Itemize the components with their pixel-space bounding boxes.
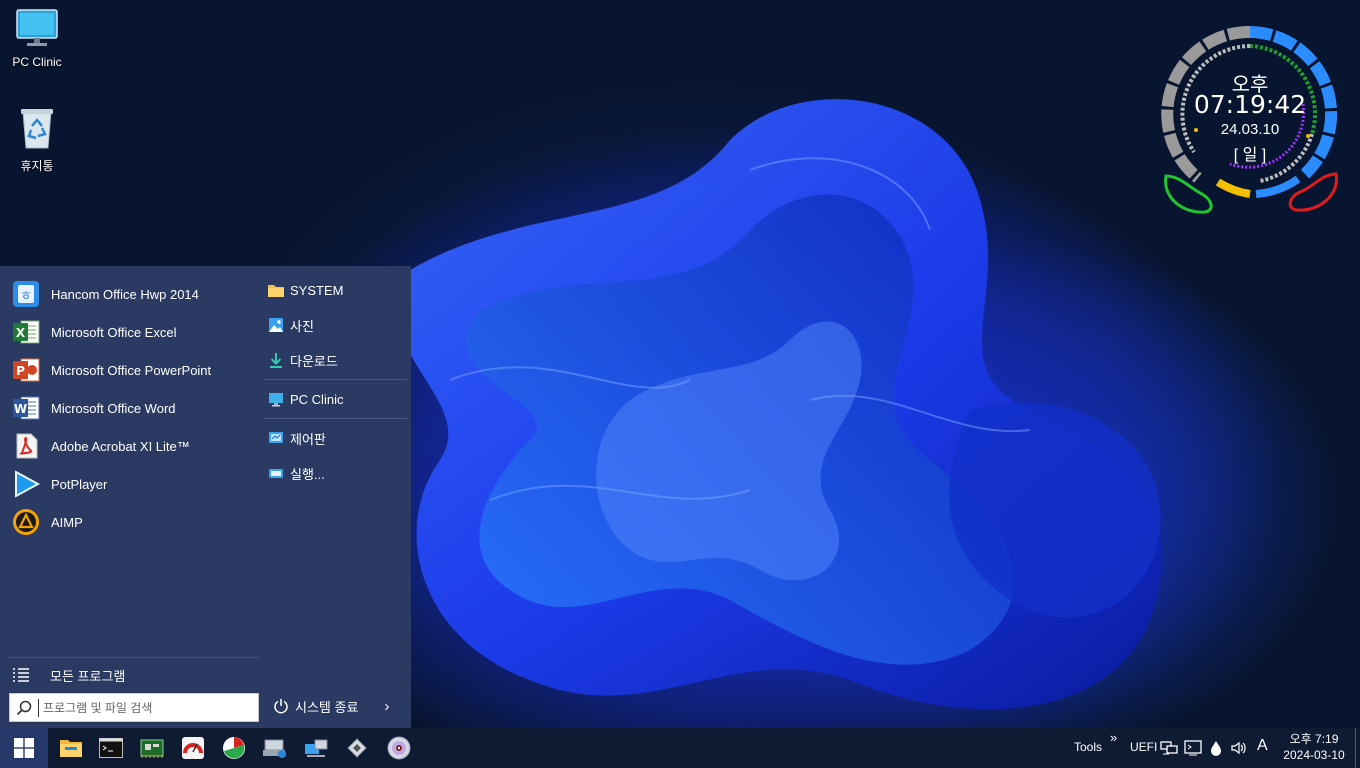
- taskbar-clock-time: 오후 7:19: [1289, 732, 1339, 746]
- word-icon: W: [10, 392, 42, 424]
- chevron-right-icon[interactable]: ›: [384, 698, 389, 715]
- drop-icon[interactable]: [1207, 739, 1225, 757]
- search-input[interactable]: [38, 698, 243, 717]
- program-label: Microsoft Office Excel: [51, 324, 177, 340]
- cd-burner-icon[interactable]: [383, 732, 415, 764]
- place-label: 다운로드: [290, 353, 338, 369]
- svg-text:W: W: [14, 402, 27, 416]
- show-desktop-button[interactable]: [1355, 728, 1356, 768]
- device-manager-icon[interactable]: [259, 732, 291, 764]
- volume-icon[interactable]: [1230, 739, 1248, 757]
- disk-speed-icon[interactable]: [177, 732, 209, 764]
- places-list: SYSTEM 사진 다운로드 PC Clinic 제어판 실행... 시스템 종…: [264, 266, 411, 728]
- program-item-potplayer[interactable]: PotPlayer: [10, 466, 260, 502]
- place-item-pc-clinic[interactable]: PC Clinic: [268, 386, 343, 412]
- pictures-icon: [268, 317, 284, 333]
- separator: [264, 379, 407, 380]
- desktop-icon-recycle-bin[interactable]: 휴지통: [0, 106, 74, 174]
- disk-tool-icon[interactable]: [341, 732, 373, 764]
- svg-text:X: X: [16, 326, 26, 340]
- ime-indicator[interactable]: A: [1257, 737, 1268, 755]
- separator: [264, 418, 407, 419]
- program-list: ㅎ Hancom Office Hwp 2014 X Microsoft Off…: [0, 266, 260, 728]
- search-box[interactable]: [9, 693, 259, 722]
- place-label: SYSTEM: [290, 282, 344, 298]
- place-item-run[interactable]: 실행...: [268, 460, 325, 486]
- network-status-icon[interactable]: [1160, 739, 1178, 757]
- taskbar-clock[interactable]: 오후 7:19 2024-03-10: [1278, 731, 1350, 763]
- place-label: 제어판: [290, 431, 326, 447]
- place-label: 사진: [290, 318, 314, 334]
- taskbar-clock-date: 2024-03-10: [1283, 748, 1345, 762]
- tools-toolbar-label[interactable]: Tools: [1074, 740, 1102, 754]
- network-icon[interactable]: [300, 732, 332, 764]
- start-button[interactable]: [0, 728, 48, 768]
- list-icon: [13, 668, 29, 682]
- power-icon: [274, 699, 288, 714]
- uefi-label[interactable]: UEFI: [1130, 740, 1157, 754]
- svg-text:ㅎ: ㅎ: [20, 289, 32, 304]
- clock-day: [ 일 ]: [1233, 147, 1267, 164]
- all-programs-button[interactable]: 모든 프로그램: [12, 664, 125, 686]
- download-icon: [268, 352, 284, 368]
- desktop-icon-label: PC Clinic: [12, 55, 62, 69]
- hwp-icon: ㅎ: [10, 278, 42, 310]
- recycle-bin-icon: [21, 109, 53, 149]
- command-prompt-icon[interactable]: [95, 732, 127, 764]
- desktop-icon-pc-clinic[interactable]: PC Clinic: [0, 8, 74, 69]
- overflow-chevron-icon[interactable]: »: [1110, 730, 1117, 745]
- folder-icon: [268, 282, 284, 298]
- place-label: PC Clinic: [290, 391, 344, 407]
- svg-text:P: P: [16, 364, 25, 378]
- place-label: 실행...: [290, 466, 325, 482]
- place-item-system[interactable]: SYSTEM: [268, 277, 343, 303]
- program-label: Microsoft Office PowerPoint: [51, 362, 212, 378]
- start-menu: ㅎ Hancom Office Hwp 2014 X Microsoft Off…: [0, 266, 411, 728]
- control-panel-icon: [268, 430, 284, 446]
- program-label: AIMP: [51, 514, 83, 530]
- file-explorer-icon[interactable]: [55, 732, 87, 764]
- program-item-powerpoint[interactable]: P Microsoft Office PowerPoint: [10, 352, 260, 388]
- program-label: Adobe Acrobat XI Lite™: [51, 438, 190, 454]
- program-item-excel[interactable]: X Microsoft Office Excel: [10, 314, 260, 350]
- taskbar: Tools » UEFI A 오후 7:19 2024-03-10: [0, 728, 1360, 768]
- monitor-icon: [268, 391, 284, 407]
- windows-logo-icon: [14, 738, 34, 758]
- place-item-pictures[interactable]: 사진: [268, 312, 314, 338]
- potplayer-icon: [10, 468, 42, 500]
- excel-icon: X: [10, 316, 42, 348]
- powerpoint-icon: P: [10, 354, 42, 386]
- monitor-icon: [16, 9, 58, 46]
- search-icon: [10, 694, 38, 721]
- wallpaper-bloom: [397, 99, 1162, 710]
- shutdown-label: 시스템 종료: [295, 699, 359, 715]
- place-item-downloads[interactable]: 다운로드: [268, 347, 338, 373]
- program-item-aimp[interactable]: AIMP: [10, 504, 260, 540]
- acrobat-icon: [10, 430, 42, 462]
- hardware-info-icon[interactable]: [136, 732, 168, 764]
- run-icon: [268, 465, 284, 481]
- place-item-control-panel[interactable]: 제어판: [268, 425, 326, 451]
- clock-time: 07:19:42: [1193, 90, 1307, 119]
- desktop-icon-label: 휴지통: [20, 159, 54, 173]
- all-programs-label: 모든 프로그램: [50, 668, 126, 684]
- separator: [8, 657, 259, 658]
- clock-widget: 오후 07:19:42 24.03.10 [ 일 ]: [1160, 24, 1350, 224]
- terminal-icon[interactable]: [1184, 739, 1202, 757]
- partition-tool-icon[interactable]: [218, 732, 250, 764]
- program-label: Microsoft Office Word: [51, 400, 176, 416]
- shutdown-button[interactable]: 시스템 종료 ›: [273, 694, 389, 718]
- program-item-hwp[interactable]: ㅎ Hancom Office Hwp 2014: [10, 276, 260, 312]
- program-label: PotPlayer: [51, 476, 108, 492]
- program-label: Hancom Office Hwp 2014: [51, 286, 199, 302]
- clock-date: 24.03.10: [1220, 121, 1280, 138]
- aimp-icon: [10, 506, 42, 538]
- program-item-word[interactable]: W Microsoft Office Word: [10, 390, 260, 426]
- program-item-acrobat[interactable]: Adobe Acrobat XI Lite™: [10, 428, 260, 464]
